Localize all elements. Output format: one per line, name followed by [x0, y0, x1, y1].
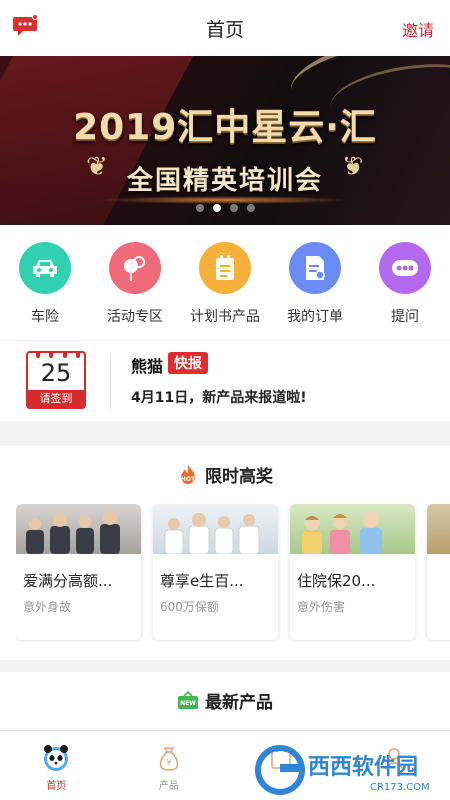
quick-item-label: 车险: [31, 309, 59, 325]
svg-text:¥: ¥: [166, 758, 171, 767]
carousel-dot[interactable]: [195, 204, 204, 212]
product-carousel[interactable]: 爱满分高额... 意外身故 尊享e生百... 600万保额 住院保20... 意…: [16, 504, 450, 642]
product-name: 住院保20...: [297, 572, 376, 590]
checkin-calendar-button[interactable]: 25 请签到: [26, 351, 86, 409]
section-title: NEW 最新产品: [0, 672, 450, 713]
section-title: HOT 限时高奖: [0, 446, 450, 487]
tab-products[interactable]: ¥ 产品: [113, 731, 226, 800]
wing-icon: ❦: [342, 152, 364, 182]
product-tag: 意外伤害: [297, 600, 346, 614]
chat-bubble-icon[interactable]: [12, 14, 38, 38]
page-title: 首页: [205, 18, 244, 41]
quick-item-car-insurance[interactable]: 车险: [0, 225, 90, 340]
chat-dots-icon: [379, 242, 431, 294]
svg-text:CR173.COM: CR173.COM: [370, 782, 430, 793]
document-icon: [199, 242, 251, 294]
car-icon: [19, 242, 71, 294]
svg-text:NEW: NEW: [180, 700, 196, 707]
product-card[interactable]: 爱满分高额... 意外身故: [16, 504, 141, 640]
product-tag: 600万保额: [160, 600, 219, 614]
product-card-partial[interactable]: [427, 504, 450, 640]
hot-fire-icon: HOT: [181, 464, 196, 484]
product-card[interactable]: 住院保20... 意外伤害: [290, 504, 415, 640]
section-title-text: 限时高奖: [205, 467, 273, 487]
watermark-logo: 西西软件园 CR173.COM: [255, 745, 430, 795]
tab-home[interactable]: 首页: [0, 731, 113, 800]
calendar-rings: [36, 353, 80, 359]
quick-item-activity[interactable]: 活动专区: [90, 225, 180, 340]
banner-subline: 全国精英培训会: [126, 166, 323, 196]
invite-button[interactable]: 邀请: [402, 17, 434, 41]
product-image: [153, 504, 278, 555]
news-brand: 熊猫: [131, 357, 164, 376]
svg-text:西西软件园: 西西软件园: [308, 754, 418, 780]
banner-headline: 2019汇中星云·汇: [73, 107, 377, 148]
promo-banner[interactable]: 2019汇中星云·汇 ❦ 全国精英培训会 ❦: [0, 56, 450, 225]
product-image: [290, 504, 415, 554]
divider: [110, 353, 111, 409]
top-bar: 首页 邀请: [0, 0, 450, 56]
balloon-icon: [109, 242, 161, 294]
tab-label: 产品: [158, 781, 179, 792]
tab-label: 首页: [46, 781, 67, 792]
new-badge-icon: NEW: [178, 690, 198, 709]
panda-home-icon: [44, 745, 69, 771]
product-name: 爱满分高额...: [23, 572, 113, 590]
order-icon: [289, 242, 341, 294]
quick-menu: 车险 活动专区 计划书产品 我的订单 提问: [0, 225, 450, 340]
news-strip: 25 请签到 熊猫 快报 4月11日，新产品来报道啦!: [0, 341, 450, 421]
carousel-dot-active[interactable]: [212, 204, 221, 212]
new-products-section: NEW 最新产品: [0, 672, 450, 730]
carousel-dot[interactable]: [246, 204, 255, 212]
quick-item-label: 提问: [391, 309, 419, 325]
carousel-indicator: [0, 204, 450, 212]
svg-text:HOT: HOT: [181, 476, 196, 483]
quick-item-label: 我的订单: [287, 309, 343, 325]
quick-item-plan-products[interactable]: 计划书产品: [180, 225, 270, 340]
quick-item-label: 活动专区: [107, 309, 163, 325]
quick-item-ask[interactable]: 提问: [360, 225, 450, 340]
checkin-label: 请签到: [28, 390, 84, 407]
calendar-day: 25: [40, 359, 72, 387]
product-image: [16, 504, 141, 554]
news-headline-link[interactable]: 4月11日，新产品来报道啦!: [131, 387, 307, 407]
quick-item-my-orders[interactable]: 我的订单: [270, 225, 360, 340]
product-image: [427, 504, 450, 554]
hot-products-section: HOT 限时高奖 爱满分高额... 意外身故 尊享e生百... 600万保额 住…: [0, 446, 450, 660]
section-title-text: 最新产品: [205, 693, 273, 713]
product-card[interactable]: 尊享e生百... 600万保额: [153, 504, 278, 640]
product-name: 尊享e生百...: [160, 572, 244, 590]
product-tag: 意外身故: [23, 600, 72, 614]
news-badge: 快报: [168, 352, 208, 374]
banner-glow: [100, 196, 350, 204]
quick-item-label: 计划书产品: [190, 309, 260, 325]
money-bag-icon: ¥: [159, 747, 178, 771]
carousel-dot[interactable]: [229, 204, 238, 212]
